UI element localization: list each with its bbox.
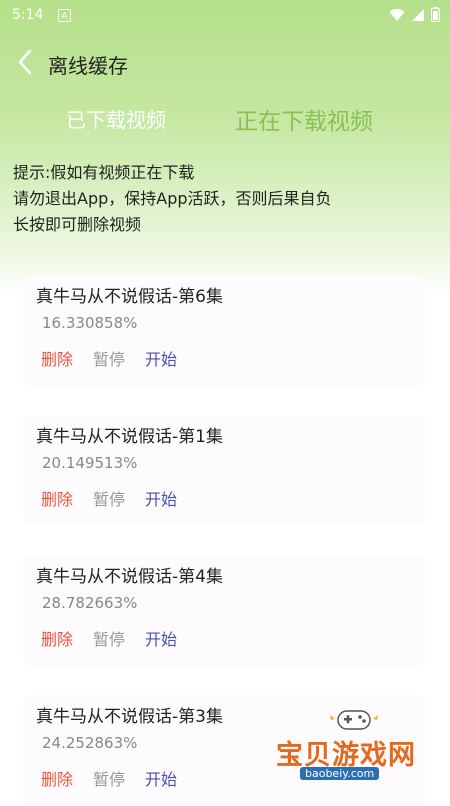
start-button[interactable]: 开始 xyxy=(145,486,177,510)
item-title: 真牛马从不说假话-第6集 xyxy=(36,287,223,307)
delete-button[interactable]: 删除 xyxy=(41,626,73,650)
battery-icon xyxy=(431,7,440,22)
status-bar: 5:14 A xyxy=(0,0,450,32)
tab-downloaded[interactable]: 已下载视频 xyxy=(66,104,166,133)
item-progress: 20.149513% xyxy=(42,454,138,472)
tab-downloading[interactable]: 正在下载视频 xyxy=(235,102,373,136)
pause-button[interactable]: 暂停 xyxy=(93,486,125,510)
item-progress: 24.252863% xyxy=(42,734,138,752)
start-button[interactable]: 开始 xyxy=(145,626,177,650)
signal-icon xyxy=(412,8,424,21)
start-button[interactable]: 开始 xyxy=(145,766,177,790)
tab-bar: 已下载视频 正在下载视频 xyxy=(0,98,450,142)
notification-icon: A xyxy=(58,9,71,22)
back-button[interactable] xyxy=(14,46,40,78)
gamepad-icon xyxy=(330,710,378,730)
item-title: 真牛马从不说假话-第4集 xyxy=(36,567,223,587)
item-progress: 28.782663% xyxy=(42,594,138,612)
download-item[interactable]: 真牛马从不说假话-第4集 28.782663% 删除 暂停 开始 xyxy=(24,556,425,666)
item-title: 真牛马从不说假话-第1集 xyxy=(36,427,223,447)
delete-button[interactable]: 删除 xyxy=(41,346,73,370)
pause-button[interactable]: 暂停 xyxy=(93,766,125,790)
tip-line: 提示:假如有视频正在下载 xyxy=(13,163,195,182)
pause-button[interactable]: 暂停 xyxy=(93,346,125,370)
watermark-logo: 宝贝游戏网 baobeiy.com xyxy=(272,705,442,785)
delete-button[interactable]: 删除 xyxy=(41,766,73,790)
delete-button[interactable]: 删除 xyxy=(41,486,73,510)
chevron-left-icon xyxy=(18,49,32,75)
tip-line: 长按即可删除视频 xyxy=(13,215,142,234)
item-progress: 16.330858% xyxy=(42,314,138,332)
tips-text: 提示:假如有视频正在下载 请勿退出App，保持App活跃，否则后果自负 长按即可… xyxy=(13,160,332,238)
status-time: 5:14 xyxy=(12,7,44,23)
start-button[interactable]: 开始 xyxy=(145,346,177,370)
download-item[interactable]: 真牛马从不说假话-第6集 16.330858% 删除 暂停 开始 xyxy=(24,276,425,386)
download-item[interactable]: 真牛马从不说假话-第1集 20.149513% 删除 暂停 开始 xyxy=(24,416,425,526)
app-header: 离线缓存 xyxy=(0,40,450,84)
wifi-icon xyxy=(389,8,405,21)
item-title: 真牛马从不说假话-第3集 xyxy=(36,707,223,727)
pause-button[interactable]: 暂停 xyxy=(93,626,125,650)
page-title: 离线缓存 xyxy=(48,54,128,78)
tip-line: 请勿退出App，保持App活跃，否则后果自负 xyxy=(13,189,332,208)
watermark-url: baobeiy.com xyxy=(300,767,380,780)
